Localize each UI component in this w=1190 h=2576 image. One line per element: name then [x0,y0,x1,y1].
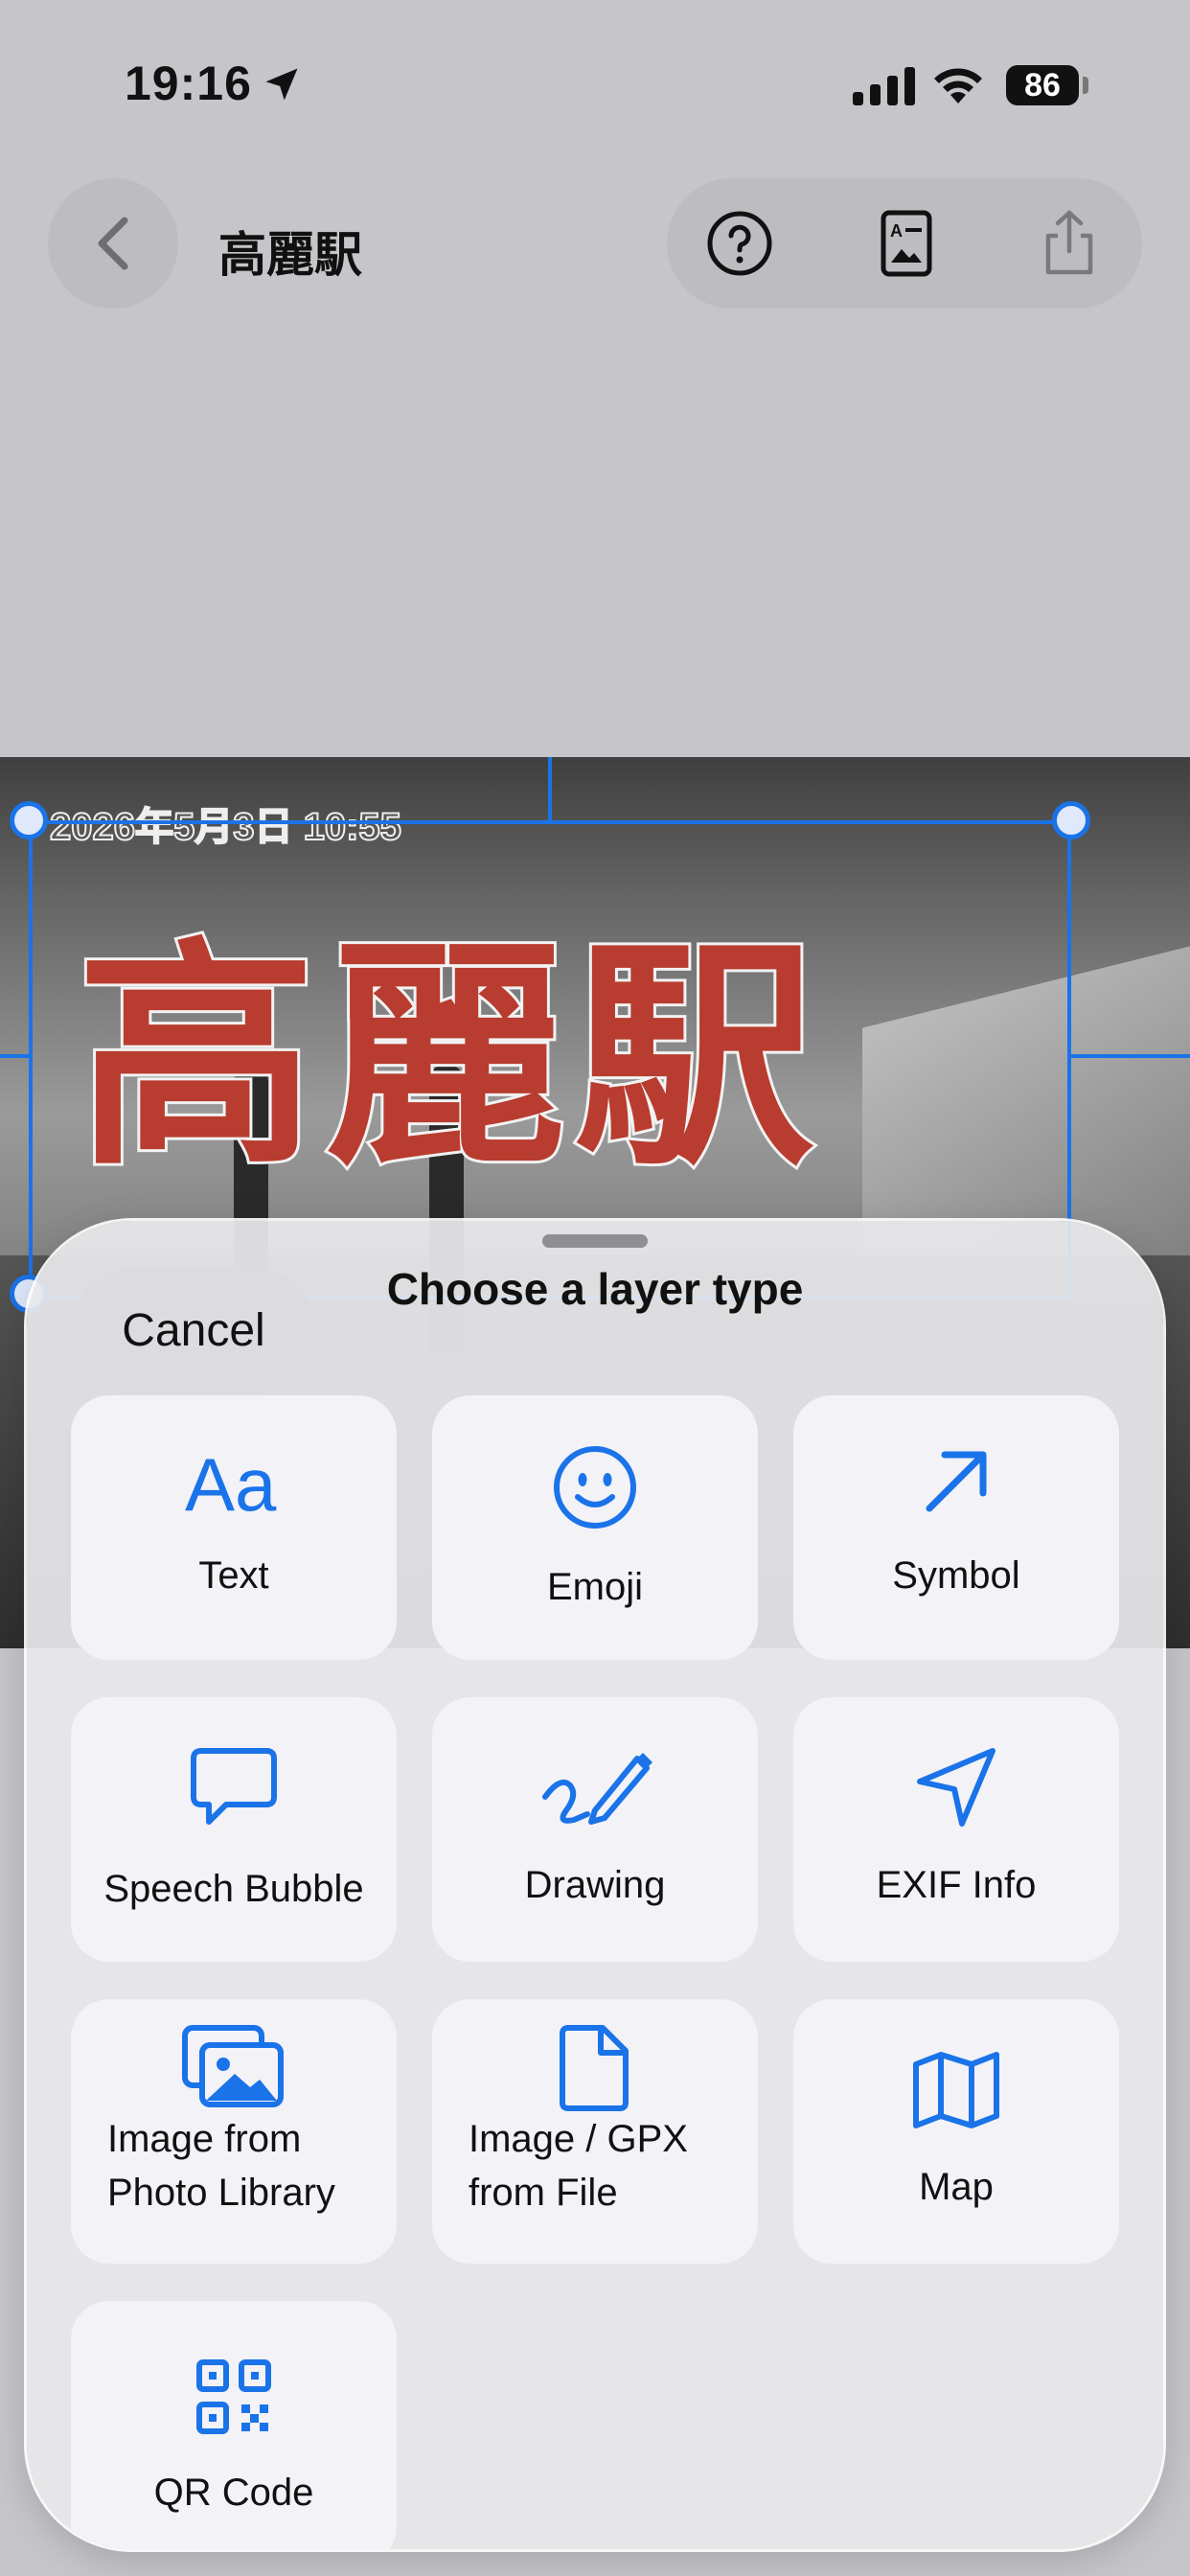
text-aa-icon: Aa [185,1443,277,1520]
document-icon [560,2025,629,2111]
chevron-left-icon [98,217,128,270]
location-arrow-icon [917,1748,995,1827]
status-time: 19:16 [125,57,252,110]
option-label: Image from Photo Library [107,2118,335,2214]
option-speech-bubble[interactable]: Speech Bubble [71,1697,397,1962]
help-icon[interactable] [705,209,774,278]
option-label: Speech Bubble [103,1868,364,1910]
battery-cap [1083,77,1088,94]
pencil-scribble-icon [542,1753,652,1825]
option-label: QR Code [153,2472,314,2514]
svg-text:Aa: Aa [185,1443,277,1520]
option-image-gpx-file[interactable]: Image / GPX from File [432,1999,758,2264]
option-text[interactable]: Aa Text [71,1395,397,1660]
option-label: EXIF Info [876,1864,1037,1906]
option-emoji[interactable]: Emoji [432,1395,758,1660]
resize-handle[interactable] [1052,801,1090,840]
photos-icon [182,2025,284,2107]
option-exif-info[interactable]: EXIF Info [793,1697,1119,1962]
option-label: Emoji [546,1566,644,1608]
selection-guide [0,1054,29,1058]
share-icon[interactable] [1035,209,1104,278]
layers-document-icon[interactable]: A [872,209,941,278]
resize-handle[interactable] [10,801,48,840]
option-label: Text [198,1554,269,1597]
page-title: 高麗駅 [218,228,362,282]
selection-guide [1071,1054,1190,1058]
speech-bubble-icon [191,1748,277,1825]
location-arrow-icon [265,68,298,101]
smiley-icon [554,1446,636,1529]
option-label: Symbol [892,1554,1020,1597]
option-symbol[interactable]: Symbol [793,1395,1119,1660]
svg-text:A: A [890,221,903,241]
option-label: Map [919,2166,994,2208]
wifi-icon [934,68,982,104]
cancel-button[interactable]: Cancel [71,1269,316,1393]
arrow-up-right-icon [926,1451,987,1512]
battery-indicator: 86 [1006,65,1079,105]
toolbar-group: A [667,178,1142,309]
cellular-signal-icon [853,67,915,105]
option-map[interactable]: Map [793,1999,1119,2264]
back-button[interactable] [48,178,178,309]
layer-type-sheet: Choose a layer type Cancel Aa Text Emoji… [27,1221,1163,2549]
option-label: Image / GPX from File [469,2118,688,2214]
selection-guide [548,757,552,820]
option-image-photo-library[interactable]: Image from Photo Library [71,1999,397,2264]
option-label: Drawing [524,1864,666,1906]
option-drawing[interactable]: Drawing [432,1697,758,1962]
qrcode-icon [196,2359,271,2434]
option-qr-code[interactable]: QR Code [71,2301,397,2549]
sheet-grabber[interactable] [542,1234,648,1248]
map-icon [913,2052,999,2128]
